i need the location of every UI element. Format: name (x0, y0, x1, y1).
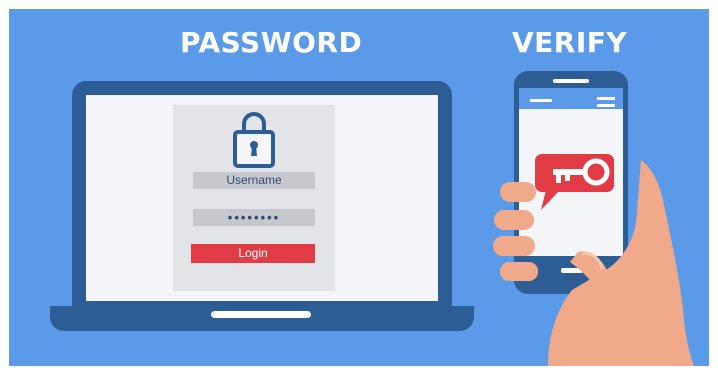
key-message-icon (535, 154, 614, 210)
status-line-icon (530, 99, 552, 102)
phone-overlay (493, 97, 694, 366)
menu-icon (597, 97, 615, 107)
